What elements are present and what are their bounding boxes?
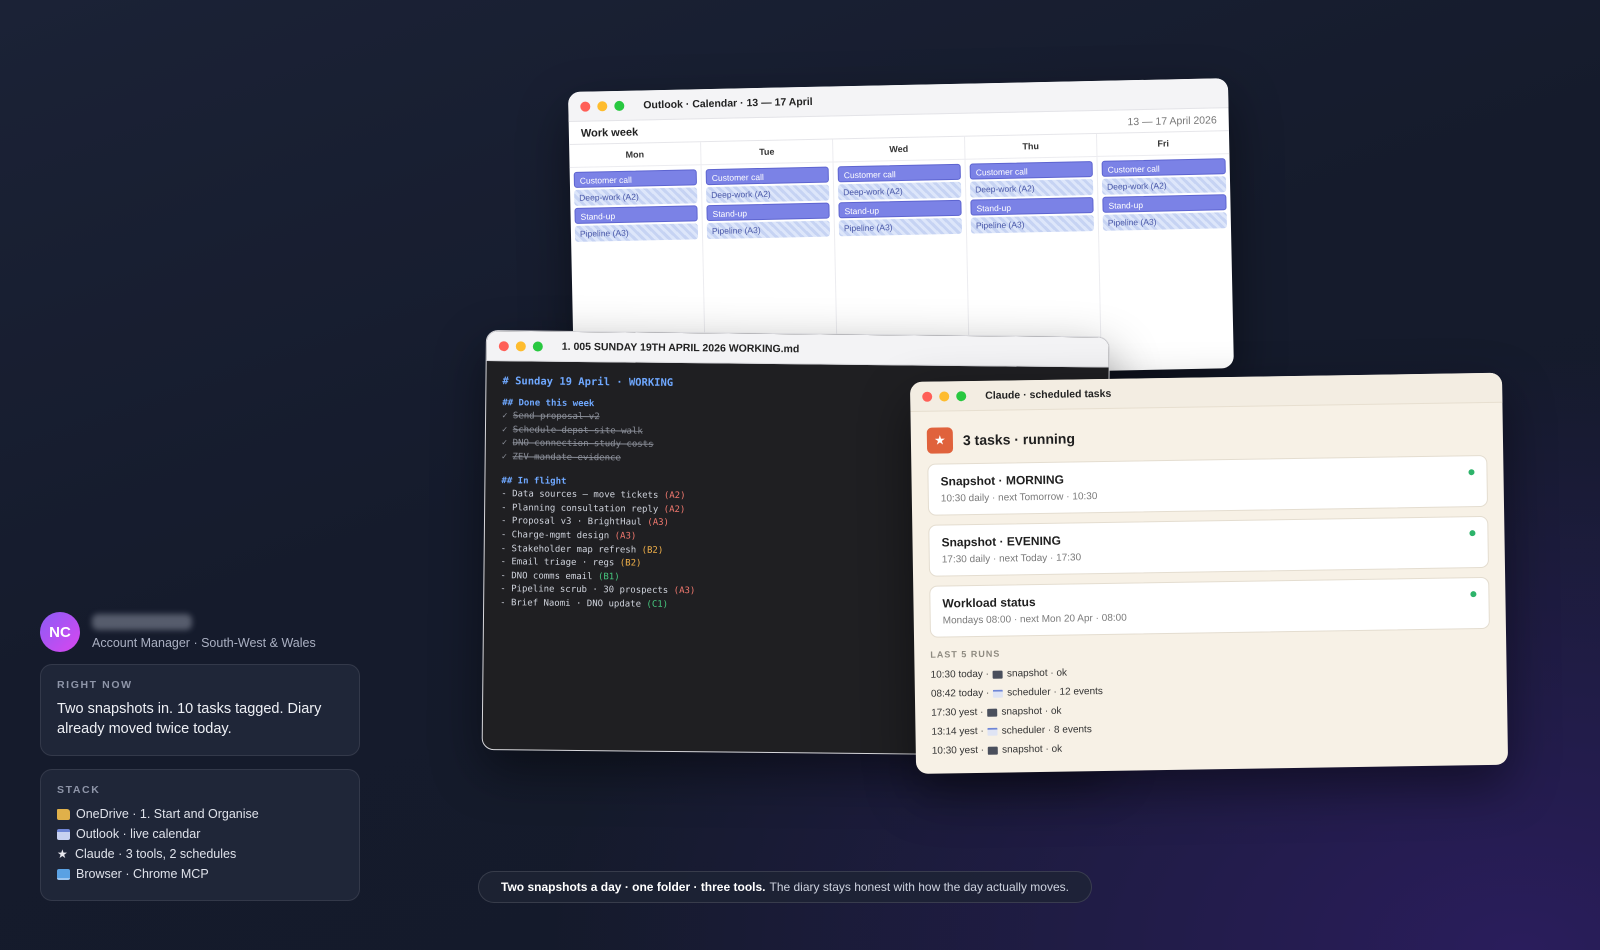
- calendar-event[interactable]: Deep-work (A2): [706, 184, 830, 204]
- maximize-button[interactable]: [532, 340, 543, 352]
- day-header: Fri: [1096, 131, 1230, 157]
- avatar: NC: [40, 612, 80, 652]
- day-header: Wed: [833, 136, 965, 163]
- stack-card: STACK OneDrive · 1. Start and Organise O…: [40, 769, 360, 901]
- status-dot-icon: [1468, 469, 1475, 476]
- right-now-title: RIGHT NOW: [57, 679, 133, 691]
- status-dot-icon: [1470, 591, 1477, 598]
- markdown-window-title: 1. 005 SUNDAY 19TH APRIL 2026 WORKING.md: [561, 340, 800, 355]
- maximize-button[interactable]: [956, 390, 967, 401]
- day-column-fri: Fri Customer call Deep-work (A2) Stand-u…: [1096, 131, 1233, 343]
- star-icon: ★: [57, 847, 68, 861]
- user-role: Account Manager · South-West & Wales: [92, 636, 316, 650]
- status-dot-icon: [1469, 530, 1476, 537]
- close-button[interactable]: [922, 391, 933, 402]
- calendar-view-label[interactable]: Work week: [581, 127, 639, 140]
- right-now-card: RIGHT NOW Two snapshots in. 10 tasks tag…: [40, 664, 360, 756]
- calendar-event[interactable]: Customer call: [1101, 158, 1226, 177]
- minimize-button[interactable]: [939, 390, 950, 402]
- day-header: Tue: [701, 139, 833, 166]
- user-profile: NC Account Manager · South-West & Wales: [40, 612, 360, 652]
- calendar-event[interactable]: Pipeline (A3): [838, 217, 963, 237]
- priority-tag: (B2): [619, 558, 642, 569]
- maximize-button[interactable]: [614, 100, 625, 111]
- calendar-grid: Mon Customer call Deep-work (A2) Stand-u…: [569, 130, 1234, 354]
- calendar-event[interactable]: Stand-up: [574, 205, 698, 224]
- task-schedule: 17:30 daily · next Today · 17:30: [941, 552, 1082, 566]
- claude-star-icon: ★: [926, 427, 954, 454]
- calendar-event[interactable]: Stand-up: [838, 199, 962, 219]
- app-canvas: Outlook · Calendar · 13 — 17 April Work …: [0, 0, 1600, 950]
- day-header: Mon: [569, 142, 701, 168]
- task-card[interactable]: Workload status Mondays 08:00 · next Mon…: [929, 576, 1490, 638]
- task-name: Snapshot · MORNING: [940, 472, 1064, 489]
- day-column-mon: Mon Customer call Deep-work (A2) Stand-u…: [569, 142, 706, 354]
- priority-tag: (A2): [663, 504, 686, 515]
- priority-tag: (B1): [597, 571, 620, 583]
- stack-item: OneDrive · 1. Start and Organise: [57, 804, 343, 824]
- calendar-icon: [57, 828, 70, 840]
- minimize-button[interactable]: [597, 100, 608, 111]
- folder-icon: [57, 808, 70, 820]
- priority-tag: (A3): [673, 586, 696, 597]
- calendar-event[interactable]: Customer call: [573, 169, 697, 188]
- calendar-event[interactable]: Deep-work (A2): [1101, 176, 1227, 195]
- priority-tag: (C1): [646, 599, 669, 610]
- stack-item: Browser · Chrome MCP: [57, 864, 343, 884]
- task-card[interactable]: Snapshot · EVENING 17:30 daily · next To…: [928, 515, 1489, 577]
- close-button[interactable]: [580, 101, 591, 112]
- calendar-event[interactable]: Stand-up: [706, 202, 830, 222]
- task-name: Snapshot · EVENING: [941, 533, 1061, 550]
- tasks-header: 3 tasks · running: [962, 430, 1076, 449]
- calendar-event[interactable]: Customer call: [969, 161, 1093, 180]
- calendar-event[interactable]: Stand-up: [1102, 194, 1227, 213]
- right-now-text: Two snapshots in. 10 tasks tagged. Diary…: [57, 701, 322, 737]
- calendar-event[interactable]: Pipeline (A3): [706, 220, 831, 240]
- priority-tag: (A3): [614, 531, 637, 542]
- calendar-event[interactable]: Customer call: [837, 163, 961, 183]
- minimize-button[interactable]: [515, 340, 526, 351]
- task-schedule: Mondays 08:00 · next Mon 20 Apr · 08:00: [942, 612, 1127, 627]
- calendar-event[interactable]: Pipeline (A3): [1102, 212, 1227, 231]
- stack-item: Outlook · live calendar: [57, 824, 343, 844]
- priority-tag: (B2): [641, 545, 664, 556]
- task-name: Workload status: [942, 595, 1036, 611]
- day-column-tue: Tue Customer call Deep-work (A2) Stand-u…: [701, 139, 838, 352]
- calendar-event[interactable]: Deep-work (A2): [837, 181, 962, 201]
- calendar-icon: [993, 689, 1004, 698]
- blurred-user-name: [92, 614, 192, 630]
- calendar-window-title: Outlook · Calendar · 13 — 17 April: [643, 95, 813, 111]
- calendar-event[interactable]: Stand-up: [970, 197, 1094, 216]
- calendar-event[interactable]: Deep-work (A2): [969, 179, 1094, 198]
- camera-icon: [987, 746, 999, 755]
- claude-scheduled-tasks-window[interactable]: Claude · scheduled tasks ★ 3 tasks · run…: [910, 372, 1509, 774]
- camera-icon: [987, 708, 998, 717]
- calendar-event[interactable]: Customer call: [705, 166, 829, 186]
- day-column-wed: Wed Customer call Deep-work (A2) Stand-u…: [833, 136, 970, 349]
- laptop-icon: [57, 868, 70, 880]
- priority-tag: (A3): [647, 518, 670, 529]
- day-header: Thu: [965, 133, 1097, 160]
- calendar-icon: [987, 727, 998, 736]
- task-card[interactable]: Snapshot · MORNING 10:30 daily · next To…: [927, 454, 1489, 516]
- task-schedule: 10:30 daily · next Tomorrow · 10:30: [940, 491, 1098, 505]
- day-column-thu: Thu Customer call Deep-work (A2) Stand-u…: [965, 133, 1102, 346]
- stack-title: STACK: [57, 784, 101, 796]
- close-button[interactable]: [498, 340, 509, 351]
- caption-rest: The diary stays honest with how the day …: [769, 880, 1069, 894]
- caption-bold: Two snapshots a day · one folder · three…: [501, 880, 766, 894]
- caption-pill: Two snapshots a day · one folder · three…: [478, 871, 1092, 903]
- calendar-date-range: 13 — 17 April 2026: [1127, 114, 1217, 129]
- calendar-event[interactable]: Pipeline (A3): [574, 223, 699, 242]
- stack-item: ★ Claude · 3 tools, 2 schedules: [57, 847, 237, 861]
- calendar-event[interactable]: Pipeline (A3): [970, 215, 1095, 234]
- runs-title: LAST 5 RUNS: [930, 648, 1001, 660]
- camera-icon: [992, 670, 1004, 679]
- calendar-event[interactable]: Deep-work (A2): [574, 187, 698, 206]
- claude-window-title: Claude · scheduled tasks: [985, 387, 1112, 402]
- priority-tag: (A2): [663, 491, 686, 502]
